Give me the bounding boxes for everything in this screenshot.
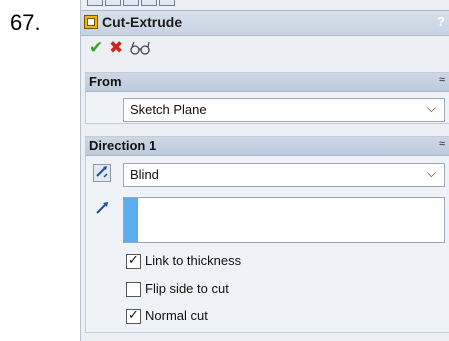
configuration-manager-tab[interactable] bbox=[123, 0, 139, 6]
chevron-down-icon: ⌵ bbox=[426, 166, 436, 180]
checkmark-icon: ✓ bbox=[128, 252, 139, 267]
normal-cut-checkbox[interactable]: ✓ bbox=[126, 307, 141, 324]
panel-titlebar: Cut-Extrude ? bbox=[81, 10, 449, 36]
end-condition-select[interactable]: Blind ⌵ bbox=[123, 163, 445, 187]
end-condition-value: Blind bbox=[130, 167, 159, 182]
detailed-preview-icon[interactable] bbox=[130, 39, 152, 57]
ok-button[interactable]: ✔ bbox=[89, 38, 103, 58]
collapse-chevron-icon[interactable]: ≈ bbox=[439, 138, 445, 150]
direction1-group-header[interactable]: Direction 1 ≈ bbox=[86, 137, 449, 156]
help-button[interactable]: ? bbox=[437, 14, 445, 29]
link-to-thickness-row[interactable]: ✓ Link to thickness bbox=[126, 252, 326, 272]
flip-side-to-cut-label: Flip side to cut bbox=[145, 281, 229, 296]
display-manager-tab[interactable] bbox=[159, 0, 175, 6]
normal-cut-row[interactable]: ✓ Normal cut bbox=[126, 307, 326, 327]
direction-selection-box[interactable] bbox=[123, 197, 445, 243]
property-manager-panel: Cut-Extrude ? ✔ ✖ From ≈ Sketch Plane ⌵ … bbox=[80, 0, 449, 341]
manager-tabs bbox=[87, 0, 247, 6]
step-number: 67. bbox=[10, 10, 41, 35]
dimxpert-tab[interactable] bbox=[141, 0, 157, 6]
selection-highlight-stripe bbox=[124, 198, 138, 242]
link-to-thickness-checkbox[interactable]: ✓ bbox=[126, 252, 141, 269]
cancel-button[interactable]: ✖ bbox=[109, 38, 123, 58]
from-group-header[interactable]: From ≈ bbox=[86, 73, 449, 92]
chevron-down-icon: ⌵ bbox=[426, 101, 436, 115]
from-start-condition-select[interactable]: Sketch Plane ⌵ bbox=[123, 98, 445, 122]
direction1-group: Direction 1 ≈ Blind ⌵ ✓ Link to thicknes… bbox=[85, 136, 449, 333]
cut-extrude-icon bbox=[84, 15, 98, 29]
link-to-thickness-label: Link to thickness bbox=[145, 253, 242, 268]
from-selected-value: Sketch Plane bbox=[130, 102, 207, 117]
flip-side-to-cut-checkbox[interactable] bbox=[126, 282, 141, 297]
feature-manager-tab[interactable] bbox=[87, 0, 103, 6]
direction1-group-title: Direction 1 bbox=[89, 138, 157, 153]
collapse-chevron-icon[interactable]: ≈ bbox=[439, 74, 445, 86]
normal-cut-label: Normal cut bbox=[145, 308, 208, 323]
flip-side-to-cut-row[interactable]: Flip side to cut bbox=[126, 280, 326, 300]
reverse-direction-icon[interactable] bbox=[93, 164, 111, 182]
from-group: From ≈ Sketch Plane ⌵ bbox=[85, 72, 449, 124]
checkmark-icon: ✓ bbox=[128, 307, 139, 322]
property-manager-tab[interactable] bbox=[105, 0, 121, 6]
from-group-title: From bbox=[89, 74, 122, 89]
direction-of-extrusion-icon bbox=[96, 202, 108, 214]
panel-title: Cut-Extrude bbox=[102, 14, 183, 30]
